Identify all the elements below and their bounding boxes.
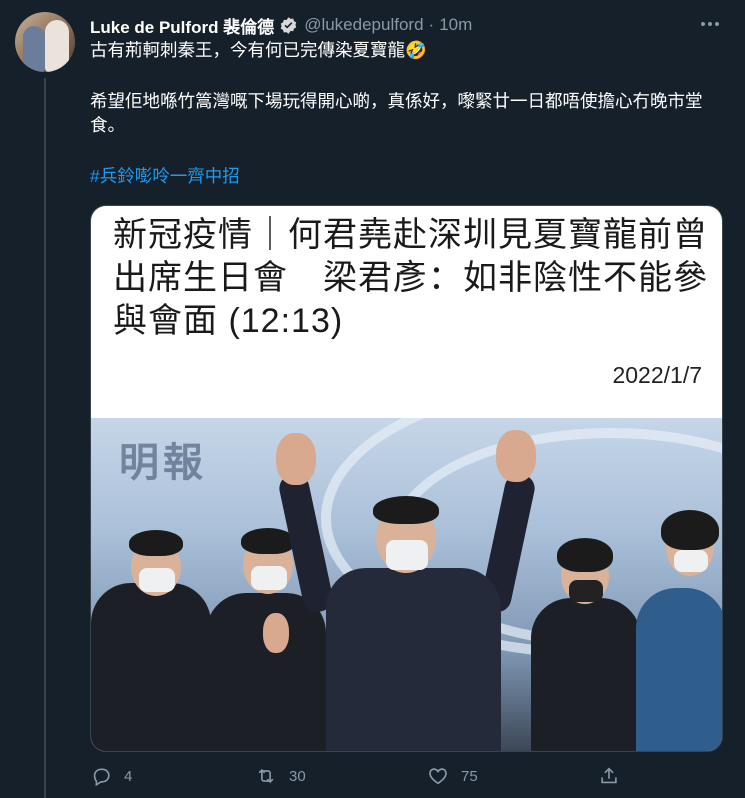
card-headline: 新冠疫情｜何君堯赴深圳見夏寶龍前曾出席生日會 梁君彥：如非陰性不能參與會面 (1… (113, 216, 708, 340)
author-name[interactable]: Luke de Pulford 裴倫德 (90, 13, 274, 38)
tweet-text-line-2: 希望佢地喺竹篙灣嘅下場玩得開心啲，真係好，嚟緊廿一日都唔使擔心冇晚市堂食。 (90, 91, 703, 135)
separator-dot: · (428, 15, 435, 34)
thread-line (44, 78, 46, 798)
retweet-icon (258, 768, 274, 784)
media-card[interactable]: 新冠疫情｜何君堯赴深圳見夏寶龍前曾出席生日會 梁君彥：如非陰性不能參與會面 (1… (90, 205, 723, 752)
reply-count: 4 (124, 767, 133, 785)
author-handle[interactable]: @lukedepulford (304, 15, 423, 35)
verified-badge-icon (279, 16, 298, 35)
tweet-actions: 4 30 75 (90, 765, 650, 795)
like-button[interactable]: 75 (427, 765, 478, 787)
news-photo: 明報 (91, 418, 722, 751)
reply-button[interactable]: 4 (90, 765, 132, 787)
like-count: 75 (461, 767, 478, 785)
tweet-header: Luke de Pulford 裴倫德 @lukedepulford · 10m (90, 13, 472, 37)
hashtag-link[interactable]: #兵鈴嘭呤一齊中招 (90, 163, 240, 188)
card-date: 2022/1/7 (612, 362, 702, 388)
heart-icon (429, 768, 447, 785)
share-icon (601, 767, 617, 784)
share-button[interactable] (598, 765, 620, 787)
avatar[interactable] (15, 12, 75, 72)
tweet-time[interactable]: 10m (439, 15, 472, 35)
tweet-text-line-1: 古有荊軻刺秦王，今有何已完傳染夏寶龍🤣 (90, 40, 427, 60)
retweet-count: 30 (289, 767, 306, 785)
more-icon[interactable] (695, 12, 725, 36)
reply-icon (93, 768, 110, 787)
newspaper-watermark: 明報 (119, 439, 207, 486)
retweet-button[interactable]: 30 (255, 765, 306, 787)
